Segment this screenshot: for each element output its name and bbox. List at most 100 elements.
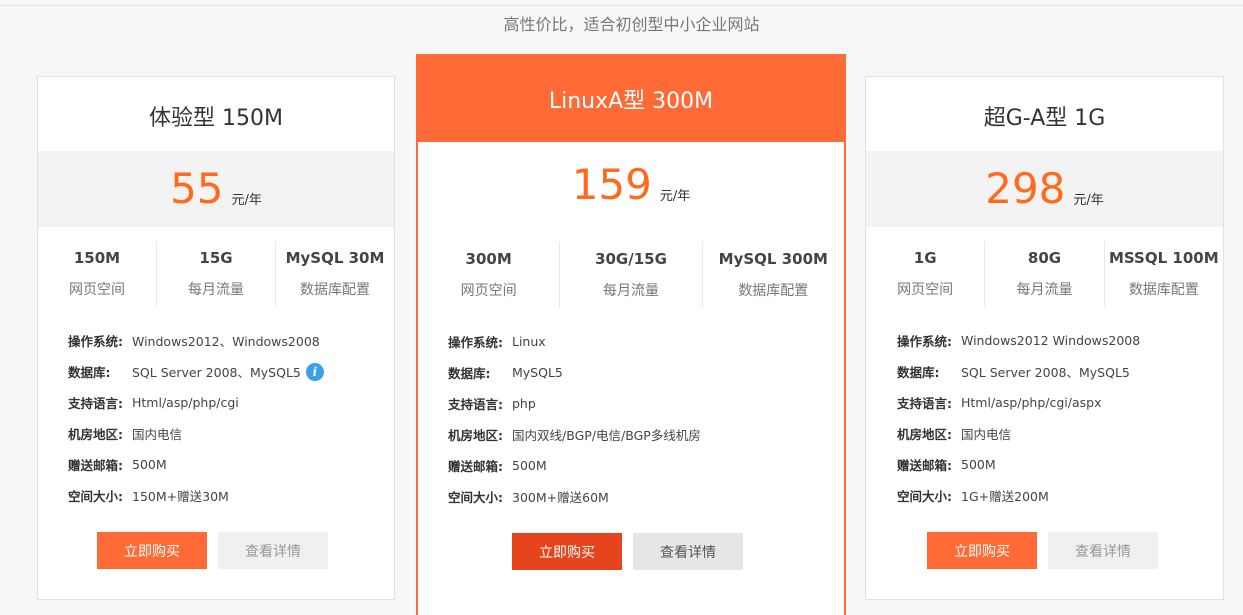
detail-row: 赠送邮箱: 500M	[448, 450, 701, 481]
detail-key: 机房地区:	[897, 427, 952, 442]
detail-value: SQL Server 2008、MySQL5	[961, 365, 1130, 380]
plan-title: 超G-A型 1G	[983, 106, 1106, 131]
plan-card-premium: 超G-A型 1G 298 元/年 1G 网页空间 80G 每月流量 MSSQL …	[865, 76, 1224, 600]
detail-row: 机房地区: 国内双线/BGP/电信/BGP多线机房	[448, 419, 701, 450]
detail-value: Linux	[512, 334, 546, 349]
detail-list: 操作系统: Windows2012 Windows2008 数据库: SQL Ser…	[897, 325, 1140, 511]
price-band: 159 元/年	[418, 142, 844, 228]
price-band: 55 元/年	[38, 151, 394, 227]
spec-label: 每月流量	[188, 282, 244, 298]
detail-key: 支持语言:	[68, 396, 123, 411]
detail-value: SQL Server 2008、MySQL5	[132, 365, 301, 380]
detail-row: 操作系统: Windows2012 Windows2008	[897, 325, 1140, 356]
price-value: 298	[985, 164, 1066, 213]
detail-list: 操作系统: Windows2012、Windows2008 数据库: SQL Ser…	[68, 325, 324, 511]
spec-label: 数据库配置	[1128, 282, 1199, 298]
detail-row: 支持语言: Html/asp/php/cgi/aspx	[897, 387, 1140, 418]
price-unit: 元/年	[1073, 192, 1104, 208]
spec-web-space: 1G 网页空间	[866, 241, 986, 307]
detail-row: 空间大小: 300M+赠送60M	[448, 481, 701, 512]
view-details-button[interactable]: 查看详情	[1048, 532, 1158, 569]
detail-value: 500M	[961, 457, 996, 472]
detail-value: 500M	[512, 458, 547, 473]
section-subtitle: 高性价比，适合初创型中小企业网站	[503, 15, 760, 34]
detail-row: 空间大小: 1G+赠送200M	[897, 480, 1140, 511]
detail-key: 数据库:	[68, 365, 111, 380]
detail-key: 数据库:	[897, 365, 940, 380]
detail-key: 空间大小:	[68, 489, 123, 504]
detail-key: 赠送邮箱:	[448, 459, 503, 474]
plan-title: LinuxA型 300M	[418, 56, 844, 142]
spec-label: 网页空间	[69, 282, 125, 298]
spec-traffic: 80G 每月流量	[985, 241, 1105, 307]
detail-row: 数据库: SQL Server 2008、MySQL5	[897, 356, 1140, 387]
detail-row: 操作系统: Linux	[448, 326, 701, 357]
detail-value: Html/asp/php/cgi/aspx	[961, 395, 1102, 410]
detail-value: Windows2012 Windows2008	[961, 333, 1141, 348]
spec-traffic: 30G/15G 每月流量	[560, 242, 703, 308]
detail-row: 赠送邮箱: 500M	[897, 449, 1140, 480]
price-value: 159	[571, 160, 652, 209]
spec-label: 网页空间	[460, 283, 517, 299]
spec-list: 1G 网页空间 80G 每月流量 MSSQL 100M 数据库配置	[866, 241, 1223, 307]
spec-list: 150M 网页空间 15G 每月流量 MySQL 30M 数据库配置	[38, 241, 394, 307]
detail-key: 空间大小:	[897, 489, 952, 504]
view-details-button[interactable]: 查看详情	[633, 533, 743, 570]
spec-value: MSSQL 100M	[1109, 249, 1219, 267]
buy-now-button[interactable]: 立即购买	[512, 533, 622, 570]
spec-value: 300M	[465, 250, 512, 268]
spec-traffic: 15G 每月流量	[157, 241, 276, 307]
detail-row: 数据库: MySQL5	[448, 357, 701, 388]
detail-value: 300M+赠送60M	[512, 490, 609, 505]
spec-value: 1G	[913, 249, 937, 267]
detail-key: 数据库:	[448, 366, 491, 381]
detail-key: 机房地区:	[68, 427, 123, 442]
spec-database: MySQL 300M 数据库配置	[703, 242, 844, 308]
spec-value: MySQL 30M	[285, 249, 385, 267]
plan-title: 体验型 150M	[149, 106, 283, 131]
detail-row: 操作系统: Windows2012、Windows2008	[68, 325, 324, 356]
price-unit: 元/年	[659, 188, 691, 204]
detail-key: 机房地区:	[448, 428, 503, 443]
spec-database: MSSQL 100M 数据库配置	[1105, 241, 1223, 307]
detail-row: 机房地区: 国内电信	[897, 418, 1140, 449]
detail-value: 国内双线/BGP/电信/BGP多线机房	[512, 428, 701, 443]
detail-list: 操作系统: Linux 数据库: MySQL5 支持语言: php 机房地区: 国内双线…	[448, 326, 701, 512]
price-unit: 元/年	[231, 192, 262, 208]
detail-row: 机房地区: 国内电信	[68, 418, 324, 449]
detail-key: 赠送邮箱:	[897, 458, 952, 473]
spec-value: 30G/15G	[595, 250, 667, 268]
spec-value: 15G	[199, 249, 233, 267]
spec-value: MySQL 300M	[718, 250, 828, 268]
detail-row: 支持语言: php	[448, 388, 701, 419]
detail-value: 150M+赠送30M	[132, 489, 229, 504]
detail-key: 操作系统:	[68, 334, 123, 349]
buy-now-button[interactable]: 立即购买	[927, 532, 1037, 569]
price-band: 298 元/年	[866, 151, 1223, 227]
spec-database: MySQL 30M 数据库配置	[276, 241, 394, 307]
spec-label: 每月流量	[602, 283, 659, 299]
plan-card-featured: LinuxA型 300M 159 元/年 300M 网页空间 30G/15G 每…	[416, 54, 846, 615]
spec-label: 数据库配置	[738, 283, 809, 299]
detail-value: MySQL5	[512, 365, 563, 380]
detail-value: 1G+赠送200M	[961, 489, 1049, 504]
detail-key: 操作系统:	[897, 334, 952, 349]
spec-list: 300M 网页空间 30G/15G 每月流量 MySQL 300M 数据库配置	[418, 242, 844, 308]
detail-key: 支持语言:	[897, 396, 952, 411]
plan-card-basic: 体验型 150M 55 元/年 150M 网页空间 15G 每月流量 MySQL…	[37, 76, 395, 600]
detail-value: php	[512, 396, 536, 411]
top-divider	[0, 5, 1243, 6]
detail-value: 国内电信	[132, 427, 183, 442]
detail-value: 500M	[132, 457, 167, 472]
detail-key: 空间大小:	[448, 490, 503, 505]
view-details-button[interactable]: 查看详情	[218, 532, 328, 569]
spec-label: 每月流量	[1016, 282, 1073, 298]
buy-now-button[interactable]: 立即购买	[97, 532, 207, 569]
spec-web-space: 300M 网页空间	[418, 242, 561, 308]
detail-row: 数据库: SQL Server 2008、MySQL5 i	[68, 356, 324, 387]
detail-value: 国内电信	[961, 427, 1012, 442]
info-icon[interactable]: i	[305, 362, 324, 381]
detail-row: 支持语言: Html/asp/php/cgi	[68, 387, 324, 418]
detail-key: 操作系统:	[448, 335, 503, 350]
spec-web-space: 150M 网页空间	[38, 241, 157, 307]
